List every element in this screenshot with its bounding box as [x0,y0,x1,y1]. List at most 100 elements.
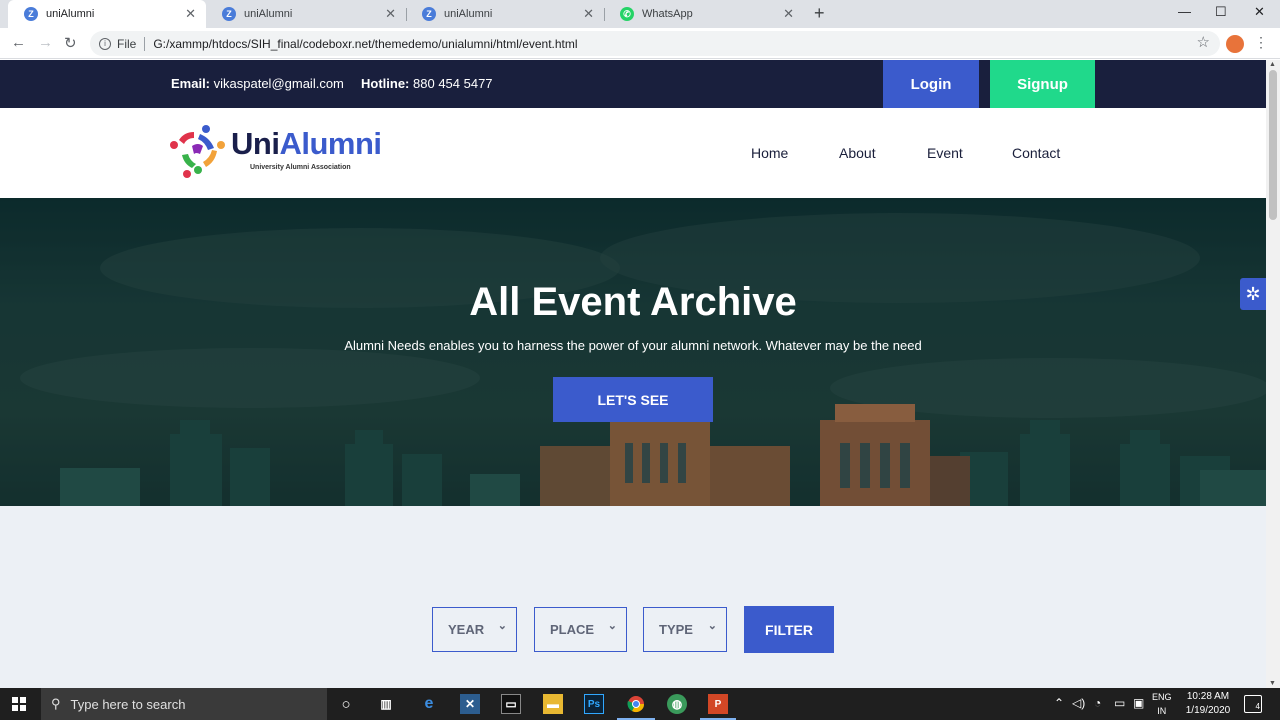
browser-tab-2[interactable]: Z uniAlumni ✕ [206,0,406,28]
clock-date: 1/19/2020 [1185,705,1231,716]
profile-avatar-icon[interactable] [1226,35,1244,53]
tab-title: WhatsApp [642,8,693,20]
search-placeholder: Type here to search [70,696,186,712]
top-contact-bar: Email: vikaspatel@gmail.com Hotline: 880… [0,60,1266,108]
address-bar[interactable]: i File G:/xammp/htdocs/SIH_final/codebox… [90,31,1220,56]
filter-button[interactable]: FILTER [744,606,834,653]
close-icon[interactable]: ✕ [385,6,396,22]
cortana-circle-icon[interactable]: ○ [336,694,356,714]
signup-button[interactable]: Signup [990,60,1095,108]
windows-taskbar: ⚲ Type here to search ○ ▥ e ✕ ▭ ▬ Ps ◍ P… [0,688,1280,720]
tab-title: uniAlumni [444,8,493,20]
hotline-label: Hotline: [361,76,410,91]
type-select-label: TYPE [659,622,693,637]
divider [144,36,146,51]
wifi-icon[interactable]: ◔ [1094,696,1101,710]
hotline-value[interactable]: 880 454 5477 [413,76,493,91]
unialumni-logo[interactable]: UniAlumni University Alumni Association [170,124,382,182]
scroll-up-arrow-icon[interactable]: ▲ [1269,61,1276,68]
hotline-contact: Hotline: 880 454 5477 [361,76,493,91]
nav-about[interactable]: About [839,145,876,161]
search-icon: ⚲ [51,696,61,711]
chevron-down-icon: ⌄ [497,620,507,632]
back-arrow-icon[interactable]: ← [11,34,26,51]
tab-title: uniAlumni [244,8,293,20]
network-icon[interactable]: ▣ [1133,696,1144,710]
email-value[interactable]: vikaspatel@gmail.com [214,76,344,91]
browser-toolbar: ← → ↻ i File G:/xammp/htdocs/SIH_final/c… [0,28,1280,59]
hero-subtitle: Alumni Needs enables you to harness the … [344,338,922,353]
tab-title: uniAlumni [46,8,95,20]
maximize-button[interactable]: ☐ [1215,4,1227,20]
unialumni-favicon-icon: Z [24,7,38,21]
unialumni-favicon-icon: Z [222,7,236,21]
action-center-icon[interactable]: 4 [1244,695,1262,713]
email-contact: Email: vikaspatel@gmail.com [171,76,344,91]
unialumni-favicon-icon: Z [422,7,436,21]
vscode-app-icon[interactable]: ✕ [460,694,480,714]
chrome-browser-icon[interactable] [626,694,646,714]
region-code: IN [1157,706,1167,716]
browser-tab-1[interactable]: Z uniAlumni ✕ [8,0,206,28]
show-hidden-icons-chevron-icon[interactable]: ⌃ [1054,696,1064,710]
language-indicator[interactable]: ENG IN [1152,690,1172,718]
globe-app-icon[interactable]: ◍ [667,694,687,714]
minimize-button[interactable]: — [1178,4,1191,19]
logo-alumni: Alumni [279,126,382,161]
site-header: UniAlumni University Alumni Association … [0,108,1266,198]
taskbar-clock[interactable]: 10:28 AM 1/19/2020 [1180,690,1236,718]
new-tab-button[interactable]: + [814,3,825,24]
chevron-down-icon: ⌄ [607,620,617,632]
type-select[interactable]: TYPE ⌄ [643,607,727,652]
settings-gear-icon[interactable]: ✲ [1240,278,1266,310]
browser-tab-3[interactable]: Z uniAlumni ✕ [406,0,604,28]
browser-tab-4[interactable]: ✆ WhatsApp ✕ [604,0,804,28]
close-window-button[interactable]: ✕ [1254,4,1265,20]
battery-icon[interactable]: ▭ [1114,696,1125,710]
hero-title: All Event Archive [469,280,797,324]
scheme-label: File [117,36,137,51]
info-icon[interactable]: i [99,37,111,50]
hero-banner: All Event Archive Alumni Needs enables y… [0,198,1266,506]
page-scrollbar[interactable]: ▲ ▼ [1266,60,1280,688]
scrollbar-thumb[interactable] [1269,70,1277,220]
terminal-app-icon[interactable]: ▭ [501,694,521,714]
file-explorer-icon[interactable]: ▬ [543,694,563,714]
edge-browser-icon[interactable]: e [419,694,439,714]
chevron-down-icon: ⌄ [707,620,717,632]
close-icon[interactable]: ✕ [783,6,794,22]
logo-uni: Uni [231,126,280,161]
task-view-icon[interactable]: ▥ [376,694,396,714]
volume-icon[interactable]: ◁) [1072,696,1085,710]
reload-icon[interactable]: ↻ [64,34,77,52]
logo-wordmark: UniAlumni [231,126,382,162]
nav-contact[interactable]: Contact [1012,145,1060,161]
browser-tab-bar: Z uniAlumni ✕ Z uniAlumni ✕ Z uniAlumni … [0,0,1280,28]
page-viewport: Email: vikaspatel@gmail.com Hotline: 880… [0,60,1266,688]
close-icon[interactable]: ✕ [583,6,594,22]
url-text[interactable]: G:/xammp/htdocs/SIH_final/codeboxr.net/t… [153,37,577,51]
whatsapp-icon: ✆ [620,7,634,21]
close-icon[interactable]: ✕ [185,6,196,22]
windows-start-icon[interactable] [12,697,26,711]
forward-arrow-icon[interactable]: → [38,34,53,51]
place-select-label: PLACE [550,622,595,637]
photoshop-app-icon[interactable]: Ps [584,694,604,714]
year-select[interactable]: YEAR ⌄ [432,607,517,652]
powerpoint-app-icon[interactable]: P [708,694,728,714]
clock-time: 10:28 AM [1186,691,1230,702]
year-select-label: YEAR [448,622,485,637]
lets-see-button[interactable]: LET'S SEE [553,377,713,422]
nav-home[interactable]: Home [751,145,788,161]
bookmark-star-icon[interactable]: ☆ [1197,33,1210,51]
language-code: ENG [1152,692,1172,702]
notification-count: 4 [1255,702,1260,711]
more-menu-icon[interactable]: ⋮ [1254,34,1268,51]
email-label: Email: [171,76,211,91]
nav-event[interactable]: Event [927,145,963,161]
logo-tagline: University Alumni Association [250,164,351,171]
place-select[interactable]: PLACE ⌄ [534,607,627,652]
scroll-down-arrow-icon[interactable]: ▼ [1269,680,1276,687]
login-button[interactable]: Login [883,60,979,108]
taskbar-search[interactable]: ⚲ Type here to search [41,688,327,720]
